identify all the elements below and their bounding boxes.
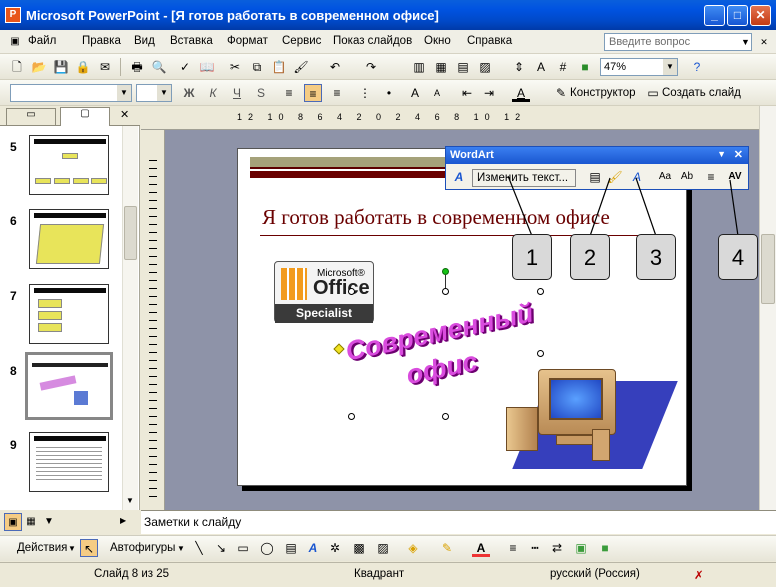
callout-3: 3 [636, 234, 676, 280]
wordart-icon[interactable]: A [304, 539, 322, 557]
drawing-toolbar: Действия ▼ ↖ Автофигуры ▼ ╲ ↘ ▭ ◯ ▤ A ✲ … [0, 535, 776, 561]
callout-line-4 [729, 179, 739, 237]
status-language: русский (Россия) [550, 568, 640, 580]
diagram-icon[interactable]: ✲ [326, 539, 344, 557]
notes-pane[interactable]: Заметки к слайду [141, 510, 776, 534]
3d-style-icon[interactable]: ■ [596, 539, 614, 557]
callout-line-3 [635, 177, 657, 237]
arrow-style-icon[interactable]: ⇄ [548, 539, 566, 557]
actions-menu[interactable]: Действия [17, 542, 67, 554]
line-style-icon[interactable]: ≡ [504, 539, 522, 557]
shadow-style-icon[interactable]: ▣ [572, 539, 590, 557]
status-slide: Слайд 8 из 25 [94, 568, 170, 580]
picture-icon[interactable]: ▨ [374, 539, 392, 557]
chevron-down-icon[interactable]: ▼ [68, 544, 76, 553]
callout-4: 4 [718, 234, 758, 280]
dash-style-icon[interactable]: ┅ [526, 539, 544, 557]
callout-1: 1 [512, 234, 552, 280]
fill-color-icon[interactable]: ◈ [404, 539, 422, 557]
oval-icon[interactable]: ◯ [258, 539, 276, 557]
textbox-icon[interactable]: ▤ [282, 539, 300, 557]
callout-2: 2 [570, 234, 610, 280]
status-bar: Слайд 8 из 25 Квадрант русский (Россия) … [0, 562, 776, 587]
callout-lines [507, 175, 739, 237]
arrow-icon[interactable]: ↘ [212, 539, 230, 557]
line-color-icon[interactable]: ✎ [438, 539, 456, 557]
font-color-icon[interactable]: A [472, 539, 490, 557]
slideshow-view-icon[interactable]: ▼ [40, 513, 58, 531]
clipart-icon[interactable]: ▩ [350, 539, 368, 557]
status-design: Квадрант [354, 568, 405, 580]
spelling-status-icon: ✗ [694, 570, 704, 582]
chevron-down-icon[interactable]: ▼ [177, 544, 185, 553]
rectangle-icon[interactable]: ▭ [234, 539, 252, 557]
callout-line-2 [589, 177, 611, 237]
autoshapes-menu[interactable]: Автофигуры [110, 542, 175, 554]
line-icon[interactable]: ╲ [190, 539, 208, 557]
sorter-view-icon[interactable]: ▦ [22, 513, 40, 531]
callout-line-1 [507, 175, 533, 237]
select-objects-icon[interactable]: ↖ [80, 539, 98, 557]
view-buttons: ▣ ▦ ▼ ▶ [0, 510, 140, 534]
chevron-right-icon[interactable]: ▶ [120, 516, 126, 525]
normal-view-icon[interactable]: ▣ [4, 513, 22, 531]
